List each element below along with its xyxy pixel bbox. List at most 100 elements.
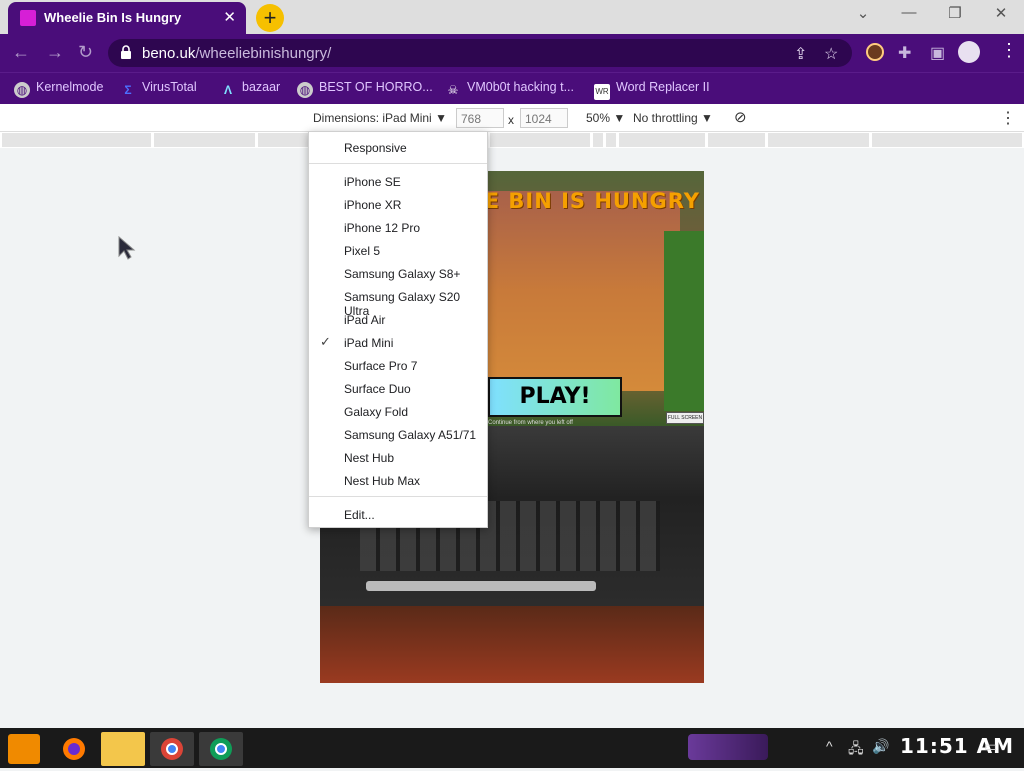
times-sign: x <box>508 113 514 127</box>
mouse-cursor-icon <box>118 236 136 260</box>
bazaar-icon: Λ <box>223 83 232 97</box>
bookmarks-bar: ◍ Kernelmode Σ VirusTotal Λbazaar ◍ BEST OF… <box>0 72 1024 104</box>
menu-item-iphone-xr[interactable]: iPhone XR <box>309 193 487 215</box>
chrome-icon[interactable] <box>199 732 243 766</box>
menu-item-nest-hub-max[interactable]: Nest Hub Max <box>309 469 487 491</box>
rotate-icon[interactable]: ⊘ <box>734 108 747 126</box>
os-taskbar: ^ 🖧 🔊 11:51 AM ▭ <box>0 728 1024 768</box>
chrome-icon[interactable] <box>150 732 194 766</box>
dropdown-arrow-icon: ▼ <box>701 111 713 125</box>
active-tab[interactable]: Wheelie Bin Is Hungry ✕ <box>8 2 246 34</box>
menu-item-label: Surface Pro 7 <box>344 359 418 373</box>
bookmark-label: VirusTotal <box>142 80 197 94</box>
new-tab-button[interactable]: + <box>256 4 284 32</box>
menu-item-label: iPad Air <box>344 313 386 327</box>
lock-icon <box>121 45 131 59</box>
reload-icon[interactable]: ↻ <box>78 42 93 63</box>
close-window-button[interactable]: ✕ <box>978 4 1024 22</box>
url-path: /wheeliebinishungry/ <box>195 45 332 62</box>
tab-search-chevron-icon[interactable]: ⌄ <box>840 4 886 22</box>
firefox-icon[interactable] <box>52 732 96 766</box>
bookmark-star-icon[interactable]: ☆ <box>824 44 838 64</box>
bookmark-label: Kernelmode <box>36 80 104 94</box>
menu-item-nest-hub[interactable]: Nest Hub <box>309 446 487 468</box>
menu-item-iphone-12-pro[interactable]: iPhone 12 Pro <box>309 216 487 238</box>
menu-item-edit[interactable]: Edit... <box>309 503 487 525</box>
menu-item-label: Edit... <box>344 508 375 522</box>
menu-item-label: Samsung Galaxy A51/71 <box>344 428 477 442</box>
media-query-segment[interactable] <box>490 133 590 147</box>
bookmark-vm0b0t[interactable]: ☠ VM0b0t hacking t... <box>445 80 574 98</box>
media-query-segment[interactable] <box>2 133 151 147</box>
width-input[interactable]: 768 <box>456 108 504 128</box>
menu-item-label: Surface Duo <box>344 382 411 396</box>
height-input[interactable]: 1024 <box>520 108 568 128</box>
media-query-segment[interactable] <box>768 133 869 147</box>
wheelie-bin-image <box>470 191 680 391</box>
media-query-segment[interactable] <box>708 133 765 147</box>
menu-item-iphone-se[interactable]: iPhone SE <box>309 170 487 192</box>
menu-item-label: Galaxy Fold <box>344 405 409 419</box>
grass-image <box>664 231 704 411</box>
extension-avatar-icon[interactable] <box>866 43 884 61</box>
menu-item-label: iPhone XR <box>344 198 402 212</box>
media-query-segment[interactable] <box>593 133 603 147</box>
menu-item-ipad-air[interactable]: iPad Air <box>309 308 487 330</box>
media-query-segment[interactable] <box>872 133 1022 147</box>
menu-item-label: iPhone 12 Pro <box>344 221 421 235</box>
media-query-segment[interactable] <box>258 133 308 147</box>
menu-item-label: Pixel 5 <box>344 244 381 258</box>
media-query-segment[interactable] <box>154 133 255 147</box>
menu-item-label: Nest Hub <box>344 451 395 465</box>
menu-item-surface-pro-7[interactable]: Surface Pro 7 <box>309 354 487 376</box>
menu-item-galaxy-s8[interactable]: Samsung Galaxy S8+ <box>309 262 487 284</box>
minimize-button[interactable]: — <box>886 4 932 21</box>
virustotal-icon: Σ <box>124 83 132 97</box>
side-panel-icon[interactable]: ▣ <box>930 43 945 63</box>
bookmark-best-of-horror[interactable]: ◍ BEST OF HORRO... <box>297 80 433 98</box>
notifications-icon[interactable]: ▭ <box>984 738 997 755</box>
show-hidden-icons-icon[interactable]: ^ <box>826 738 833 754</box>
browser-menu-icon[interactable]: ⋮ <box>1000 40 1018 61</box>
file-explorer-icon[interactable] <box>101 732 145 766</box>
profile-icon[interactable] <box>958 41 980 63</box>
play-button[interactable]: PLAY! <box>488 377 622 417</box>
bookmark-virustotal[interactable]: Σ VirusTotal <box>120 80 197 98</box>
share-icon[interactable]: ⇪ <box>794 44 807 64</box>
zoom-dropdown[interactable]: 50% ▼ <box>586 111 625 125</box>
menu-divider <box>309 163 487 164</box>
back-arrow-icon[interactable]: ← <box>12 42 30 63</box>
forward-arrow-icon[interactable]: → <box>46 42 64 63</box>
extensions-puzzle-icon[interactable]: ✚ <box>898 43 911 63</box>
media-query-segment[interactable] <box>619 133 705 147</box>
menu-item-galaxy-a51-71[interactable]: Samsung Galaxy A51/71 <box>309 423 487 445</box>
globe-icon: ◍ <box>297 82 313 98</box>
menu-item-pixel-5[interactable]: Pixel 5 <box>309 239 487 261</box>
network-icon[interactable]: 🖧 <box>848 738 864 762</box>
url-text: beno.uk/wheeliebinishungry/ <box>142 45 331 62</box>
tab-title: Wheelie Bin Is Hungry <box>44 10 182 25</box>
bookmark-word-replacer[interactable]: WR Word Replacer II <box>594 80 710 100</box>
menu-item-ipad-mini[interactable]: ✓ iPad Mini <box>309 331 487 353</box>
menu-item-galaxy-fold[interactable]: Galaxy Fold <box>309 400 487 422</box>
address-bar[interactable]: beno.uk/wheeliebinishungry/ ⇪ ☆ <box>108 39 852 67</box>
menu-item-galaxy-s20-ultra[interactable]: Samsung Galaxy S20 Ultra <box>309 285 487 318</box>
bookmark-label: VM0b0t hacking t... <box>467 80 575 94</box>
volume-icon[interactable]: 🔊 <box>872 738 889 755</box>
start-menu-icon[interactable] <box>8 734 40 764</box>
bookmark-bazaar[interactable]: Λbazaar <box>220 80 280 98</box>
bookmark-kernelmode[interactable]: ◍ Kernelmode <box>14 80 103 98</box>
media-query-bar[interactable] <box>0 132 1024 148</box>
fullscreen-button[interactable]: FULL SCREEN <box>666 412 704 424</box>
dimensions-dropdown[interactable]: Dimensions: iPad Mini ▼ <box>313 111 447 125</box>
tab-close-icon[interactable]: ✕ <box>223 8 236 26</box>
menu-item-label: Responsive <box>344 141 407 155</box>
menu-item-surface-duo[interactable]: Surface Duo <box>309 377 487 399</box>
media-query-segment[interactable] <box>606 133 616 147</box>
menu-item-responsive[interactable]: Responsive <box>309 136 487 158</box>
throttling-dropdown[interactable]: No throttling ▼ <box>633 111 713 125</box>
more-options-icon[interactable]: ⋮ <box>1000 108 1016 128</box>
dropdown-arrow-icon: ▼ <box>613 111 626 125</box>
dropdown-arrow-icon: ▼ <box>435 111 447 125</box>
restore-button[interactable]: ❐ <box>932 4 978 22</box>
